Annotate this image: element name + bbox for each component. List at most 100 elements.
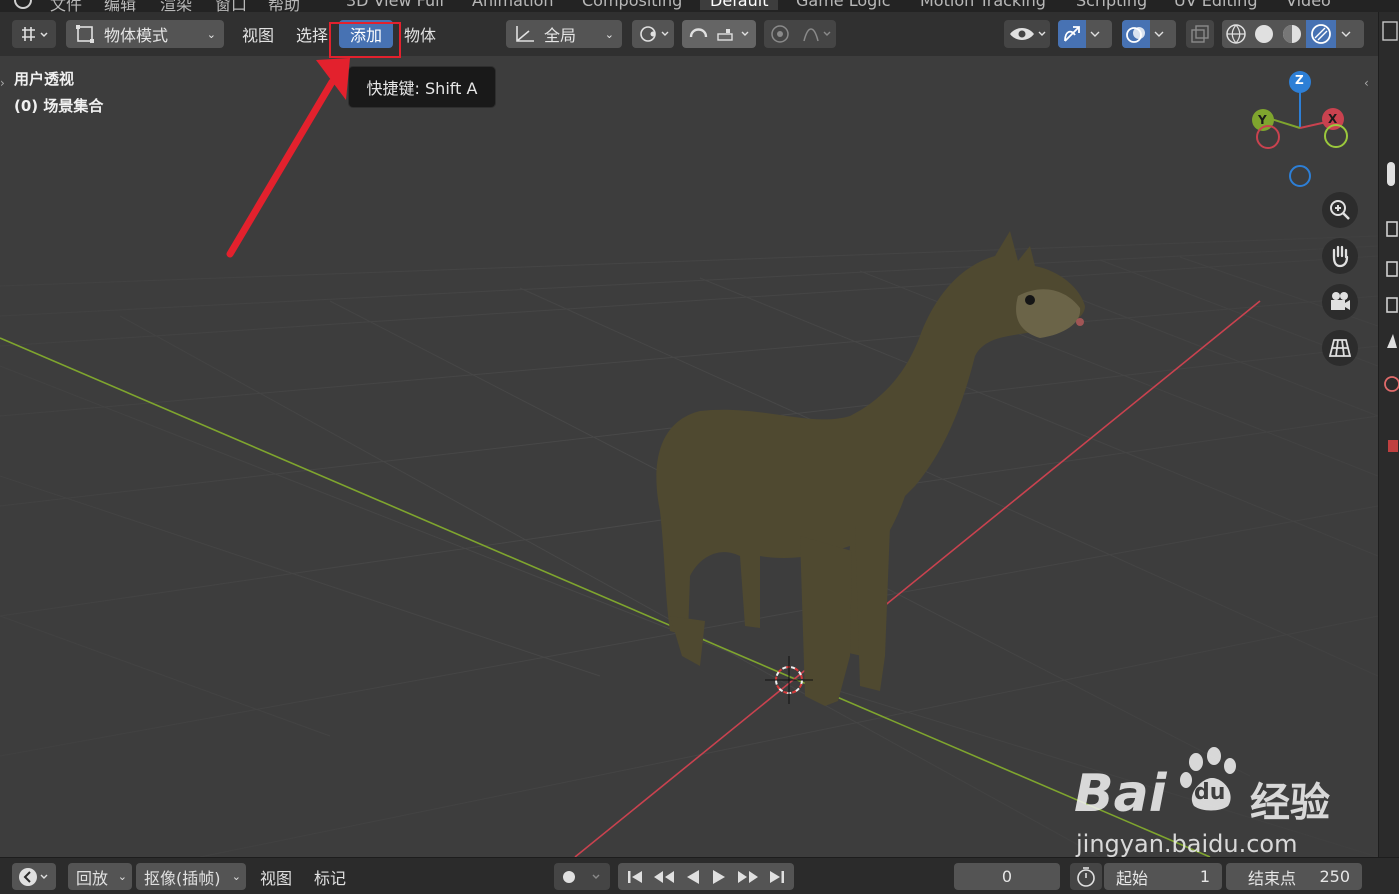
tab-scripting[interactable]: Scripting <box>1076 0 1147 10</box>
menu-edit[interactable]: 编辑 <box>104 0 136 12</box>
timeline-menu-view[interactable]: 视图 <box>260 863 292 890</box>
zoom-icon[interactable] <box>1322 192 1358 228</box>
rendered-shading-icon[interactable] <box>1306 20 1336 48</box>
wireframe-shading-icon[interactable] <box>1222 23 1250 45</box>
keying-dropdown[interactable]: 抠像(插帧) ⌄ <box>136 863 246 890</box>
menu-render[interactable]: 渲染 <box>160 0 192 12</box>
current-frame-field[interactable]: 0 <box>954 863 1060 890</box>
mode-dropdown[interactable]: 物体模式 ⌄ <box>66 20 224 48</box>
editor-type-icon <box>22 27 48 41</box>
tab-animation[interactable]: Animation <box>472 0 554 10</box>
record-button[interactable] <box>554 863 610 890</box>
gizmo-x-label: X <box>1328 112 1338 126</box>
gizmo-z-label: Z <box>1295 73 1304 87</box>
play-reverse-icon <box>686 869 699 884</box>
gizmo-y-label: Y <box>1258 113 1267 127</box>
orientation-label: 全局 <box>544 26 577 45</box>
orthographic-grid-icon[interactable] <box>1322 330 1358 366</box>
gizmo-toggle-button[interactable] <box>1058 20 1112 48</box>
highlight-box <box>329 22 401 58</box>
eye-icon <box>1010 28 1046 40</box>
menu-select[interactable]: 选择 <box>290 20 334 48</box>
tool-icon <box>1387 162 1395 186</box>
blender-logo-icon[interactable] <box>12 0 34 10</box>
prev-keyframe-icon <box>653 870 674 883</box>
timeline-header: 回放 ⌄ 抠像(插帧) ⌄ 视图 标记 0 起始 1 结束点 250 <box>0 857 1399 894</box>
panel-icon <box>1382 21 1398 41</box>
menu-help[interactable]: 帮助 <box>268 0 300 12</box>
watermark-brand-suffix: du <box>1194 780 1226 805</box>
tab-game-logic[interactable]: Game Logic <box>796 0 891 10</box>
playback-controls[interactable] <box>618 863 794 890</box>
render-icon <box>1386 221 1398 237</box>
gizmo-arrows-icon <box>1064 26 1080 42</box>
workspace-tabs-strip: 文件 编辑 渲染 窗口 帮助 3D View Full Animation Co… <box>0 0 1399 12</box>
jump-start-icon <box>628 870 643 883</box>
tab-3d-view-full[interactable]: 3D View Full <box>346 0 444 10</box>
pan-hand-icon[interactable] <box>1322 238 1358 274</box>
menu-file[interactable]: 文件 <box>50 0 82 12</box>
shading-mode-group[interactable] <box>1222 20 1364 48</box>
jump-end-icon <box>769 870 784 883</box>
texture-icon <box>1388 440 1398 452</box>
visibility-button[interactable] <box>1004 20 1050 48</box>
collection-label: (0) 场景集合 <box>14 97 104 115</box>
tab-uv-editing[interactable]: UV Editing <box>1174 0 1257 10</box>
play-icon <box>713 869 726 884</box>
proportional-editing-icon <box>771 25 831 43</box>
view-layer-icon <box>1386 297 1398 313</box>
menu-view[interactable]: 视图 <box>236 20 280 48</box>
solid-shading-icon[interactable] <box>1250 23 1278 45</box>
tab-default[interactable]: Default <box>700 0 779 10</box>
watermark-url: jingyan.baidu.com <box>1076 830 1298 858</box>
gizmo-neg-z-icon <box>1289 165 1311 187</box>
stopwatch-icon <box>1077 866 1095 887</box>
editor-type-button[interactable] <box>12 20 56 48</box>
world-icon <box>1384 376 1399 392</box>
xray-icon <box>1191 25 1209 43</box>
end-value: 250 <box>1319 867 1350 886</box>
menu-window[interactable]: 窗口 <box>215 0 247 12</box>
snap-button[interactable] <box>682 20 756 48</box>
transform-orientation-dropdown[interactable]: 全局 ⌄ <box>506 20 622 48</box>
playback-dropdown[interactable]: 回放 ⌄ <box>68 863 132 890</box>
overlays-icon <box>1126 27 1145 43</box>
snap-magnet-icon <box>689 28 749 41</box>
overlays-toggle-button[interactable] <box>1122 20 1176 48</box>
3d-viewport[interactable]: 用户透视 (0) 场景集合 › ‹ Z Y X <box>0 56 1378 857</box>
menu-object[interactable]: 物体 <box>398 20 442 48</box>
sidebar-expand-icon[interactable]: ‹ <box>1364 76 1369 90</box>
annotation-arrow-icon <box>226 58 350 258</box>
chevron-down-icon: ⌄ <box>206 27 216 41</box>
chevron-down-icon: ⌄ <box>604 27 614 41</box>
alpaca-nose <box>1076 318 1084 326</box>
material-shading-icon[interactable] <box>1278 23 1306 45</box>
chevron-down-icon <box>1341 31 1351 37</box>
start-label: 起始 <box>1116 868 1149 888</box>
proportional-editing-button[interactable] <box>764 20 836 48</box>
camera-view-icon[interactable] <box>1322 284 1358 320</box>
orientation-axes-icon <box>516 26 534 42</box>
viewport-scene <box>0 56 1378 857</box>
playback-label: 回放 <box>76 868 109 888</box>
baidu-watermark: Bai du 经验 jingyan.baidu.com <box>1070 740 1370 860</box>
pivot-point-icon <box>640 26 669 42</box>
frame-rate-button[interactable] <box>1070 863 1102 890</box>
tab-motion-tracking[interactable]: Motion Tracking <box>920 0 1046 10</box>
perspective-label: 用户透视 <box>14 70 75 88</box>
xray-toggle-button[interactable] <box>1186 20 1214 48</box>
next-keyframe-icon <box>737 870 758 883</box>
start-frame-field[interactable]: 起始 1 <box>1104 863 1222 890</box>
timeline-editor-button[interactable] <box>12 863 56 890</box>
scene-icon <box>1387 334 1397 348</box>
tab-video[interactable]: Video <box>1286 0 1331 10</box>
watermark-brand: Bai <box>1074 764 1167 824</box>
start-value: 1 <box>1199 867 1210 886</box>
pivot-point-button[interactable] <box>632 20 674 48</box>
timeline-menu-marker[interactable]: 标记 <box>314 863 346 890</box>
end-frame-field[interactable]: 结束点 250 <box>1226 863 1362 890</box>
tab-compositing[interactable]: Compositing <box>582 0 682 10</box>
clock-editor-icon <box>19 867 48 886</box>
toolbar-expand-icon[interactable]: › <box>0 76 5 90</box>
chevron-down-icon <box>1154 31 1164 37</box>
